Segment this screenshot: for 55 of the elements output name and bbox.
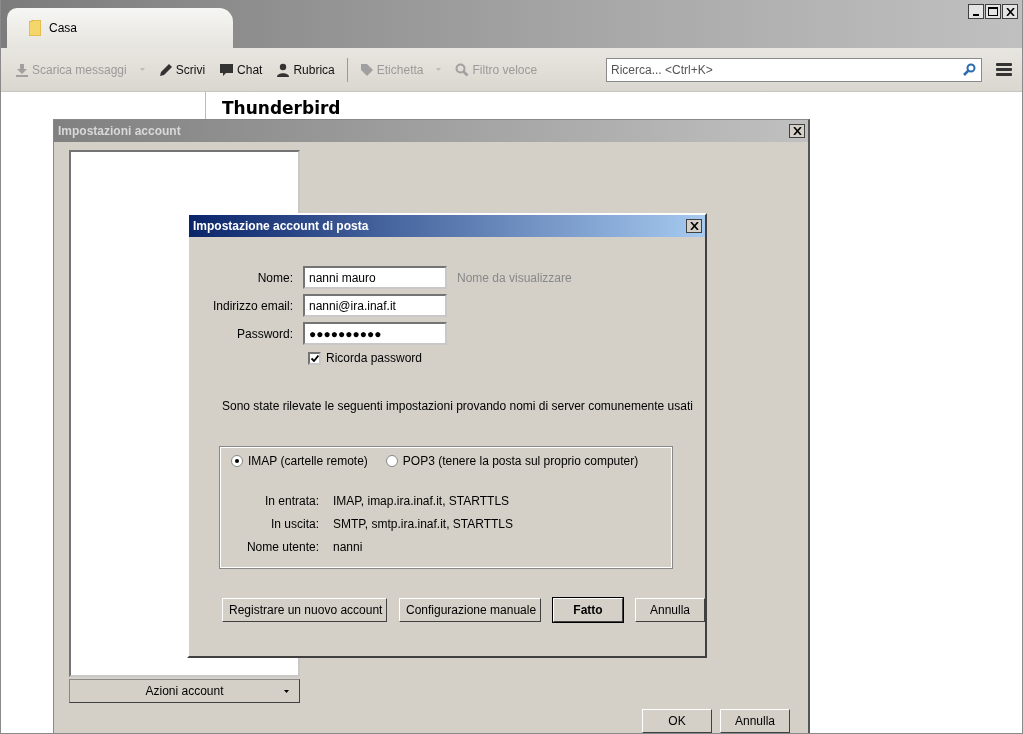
close-icon [792, 127, 802, 135]
detail-value: IMAP, imap.ira.inaf.it, STARTTLS [333, 494, 511, 508]
maximize-icon [988, 7, 998, 16]
dialog-title: Impostazioni account [58, 124, 181, 138]
protocol-radio[interactable]: POP3 (tenere la posta sul proprio computer) [385, 454, 639, 468]
folder-icon [29, 20, 41, 36]
checkmark-icon [310, 354, 319, 362]
detail-label: In entrata: [263, 494, 319, 508]
person-icon [276, 62, 291, 77]
minimize-icon [973, 13, 979, 16]
notice-text: Sono state rilevate le seguenti impostazioni provando nomi di server comunemente usati [222, 399, 694, 413]
close-icon [1005, 7, 1015, 16]
dialog-button[interactable]: Configurazione manuale [399, 598, 541, 622]
close-button[interactable] [789, 124, 805, 138]
account-actions-button[interactable]: Azioni account [69, 679, 300, 703]
search-field[interactable]: Ricerca... <Ctrl+K> [606, 57, 982, 82]
field-label: Password: [235, 326, 293, 341]
input-field[interactable]: nanni@ira.inaf.it [303, 294, 447, 317]
detail-value: SMTP, smtp.ira.inaf.it, STARTTLS [333, 517, 515, 531]
detail-label: Nome utente: [245, 540, 319, 554]
toolbar-button[interactable]: Chat [213, 60, 269, 79]
detail-value: nanni [333, 540, 364, 554]
pencil-icon [158, 62, 173, 77]
speech-bubble-icon [219, 62, 235, 77]
field-label: Nome: [256, 270, 293, 285]
magnifier-icon [455, 62, 470, 77]
input-field[interactable]: ●●●●●●●●●● [303, 322, 447, 345]
toolbar-button[interactable]: Rubrica [270, 60, 341, 79]
tag-icon [359, 62, 374, 77]
remember-password-checkbox[interactable]: Ricorda password [308, 351, 705, 365]
tab[interactable]: Casa [7, 8, 233, 48]
menu-icon [996, 63, 1012, 76]
download-icon [15, 62, 29, 77]
dialog-button[interactable]: Fatto [553, 598, 623, 622]
page-heading: Thunderbird [222, 98, 341, 118]
input-field[interactable]: nanni mauro [303, 266, 447, 289]
close-button[interactable] [686, 219, 702, 233]
dialog-button[interactable]: Annulla [635, 598, 705, 622]
dialog-button[interactable]: Annulla [720, 709, 790, 733]
caret-icon [284, 690, 289, 693]
toolbar-button[interactable]: Scrivi [152, 60, 212, 79]
close-button[interactable] [1002, 4, 1018, 19]
maximize-button[interactable] [985, 4, 1001, 19]
menu-button[interactable] [994, 61, 1014, 78]
dialog-title: Impostazione account di posta [193, 219, 369, 233]
radio-dot-icon [235, 459, 239, 463]
search-icon [963, 62, 976, 76]
detail-label: In uscita: [269, 517, 319, 531]
close-icon [689, 222, 699, 230]
protocol-radio[interactable]: IMAP (cartelle remote) [231, 454, 368, 468]
dialog-button[interactable]: OK [642, 709, 712, 733]
field-hint: Nome da visualizzare [457, 270, 573, 285]
field-label: Indirizzo email: [211, 298, 293, 313]
dialog-button[interactable]: Registrare un nuovo account [222, 598, 387, 622]
minimize-button[interactable] [968, 4, 984, 19]
